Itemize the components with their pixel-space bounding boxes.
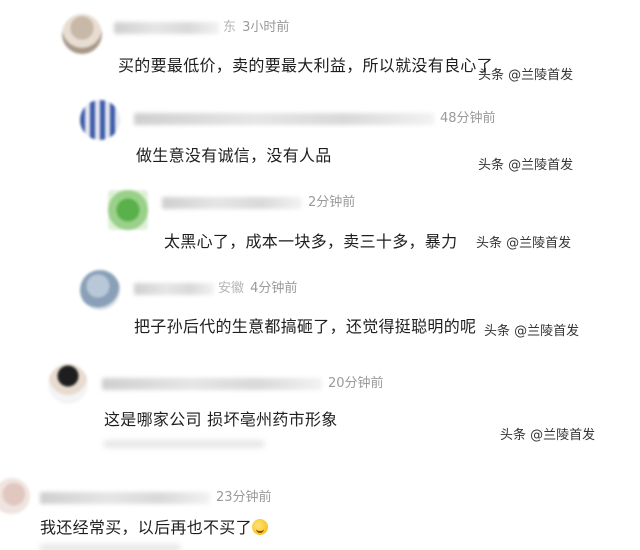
comment-meta: 20分钟前 — [102, 372, 384, 391]
watermark: 头条 @兰陵首发 — [476, 236, 572, 251]
comment-time: 48分钟前 — [440, 111, 496, 126]
username-blurred — [102, 377, 322, 390]
blurred-action-bar — [104, 440, 264, 448]
watermark: 头条 @兰陵首发 — [484, 324, 580, 339]
comment-time: 20分钟前 — [328, 376, 384, 391]
comment-text: 买的要最低价，卖的要最大利益，所以就没有良心了 — [118, 56, 493, 75]
user-avatar[interactable] — [62, 14, 102, 54]
comment-text: 把子孙后代的生意都搞砸了，还觉得挺聪明的呢 — [134, 317, 477, 336]
comment-meta: 2分钟前 — [162, 191, 355, 210]
user-avatar[interactable] — [80, 100, 120, 140]
username-blurred — [134, 112, 434, 125]
user-avatar[interactable] — [48, 364, 88, 404]
username-blurred — [40, 491, 210, 504]
comment-meta: 23分钟前 — [40, 486, 272, 505]
comment-text: 这是哪家公司 损坏亳州药市形象 — [104, 410, 338, 429]
comment-time: 3小时前 — [242, 20, 290, 35]
comment-time: 2分钟前 — [308, 195, 356, 210]
laughing-emoji-icon — [251, 519, 268, 535]
user-avatar[interactable] — [108, 190, 148, 230]
comment-meta: 东 3小时前 — [114, 16, 289, 35]
watermark: 头条 @兰陵首发 — [500, 428, 596, 443]
comment-text: 我还经常买，以后再也不买了 — [40, 514, 268, 538]
comment-location: 安徽 — [218, 281, 245, 296]
blurred-action-bar — [40, 544, 180, 550]
comment-text: 太黑心了，成本一块多，卖三十多，暴力 — [164, 232, 458, 251]
comment-location: 东 — [223, 20, 237, 35]
comment-time: 4分钟前 — [250, 281, 298, 296]
comment-text-content: 我还经常买，以后再也不买了 — [40, 518, 252, 537]
username-blurred — [114, 21, 219, 34]
comment-meta: 安徽 4分钟前 — [134, 277, 297, 296]
username-blurred — [134, 282, 214, 295]
username-blurred — [162, 196, 302, 209]
user-avatar[interactable] — [0, 478, 30, 514]
comment-text: 做生意没有诚信，没有人品 — [136, 146, 332, 165]
comment-time: 23分钟前 — [216, 490, 272, 505]
watermark: 头条 @兰陵首发 — [478, 158, 574, 173]
user-avatar[interactable] — [80, 270, 120, 310]
watermark: 头条 @兰陵首发 — [478, 68, 574, 83]
comment-meta: 48分钟前 — [134, 107, 496, 126]
